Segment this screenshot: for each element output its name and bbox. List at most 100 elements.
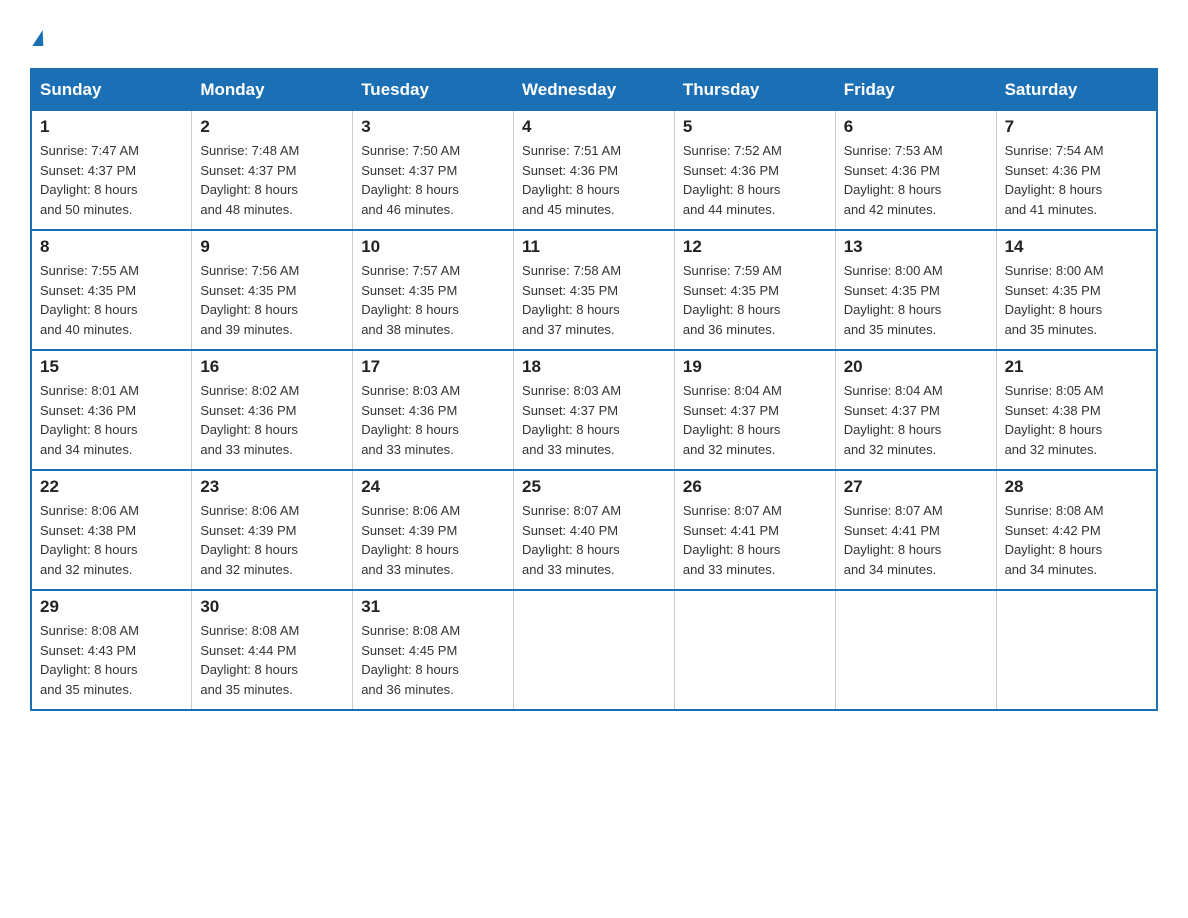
day-number: 13: [844, 237, 988, 257]
calendar-cell: 4 Sunrise: 7:51 AMSunset: 4:36 PMDaylight…: [514, 111, 675, 231]
day-info: Sunrise: 8:03 AMSunset: 4:37 PMDaylight:…: [522, 383, 621, 457]
calendar-cell: 22Sunrise: 8:06 AMSunset: 4:38 PMDayligh…: [31, 470, 192, 590]
page-header: [30, 20, 1158, 48]
day-number: 14: [1005, 237, 1148, 257]
day-info: Sunrise: 8:06 AMSunset: 4:39 PMDaylight:…: [200, 503, 299, 577]
day-info: Sunrise: 7:58 AMSunset: 4:35 PMDaylight:…: [522, 263, 621, 337]
day-number: 16: [200, 357, 344, 377]
day-number: 31: [361, 597, 505, 617]
day-info: Sunrise: 8:08 AMSunset: 4:42 PMDaylight:…: [1005, 503, 1104, 577]
day-number: 3: [361, 117, 505, 137]
day-number: 29: [40, 597, 183, 617]
calendar-table: SundayMondayTuesdayWednesdayThursdayFrid…: [30, 68, 1158, 711]
calendar-cell: 7 Sunrise: 7:54 AMSunset: 4:36 PMDaylight…: [996, 111, 1157, 231]
day-number: 6: [844, 117, 988, 137]
day-info: Sunrise: 8:08 AMSunset: 4:45 PMDaylight:…: [361, 623, 460, 697]
calendar-header-thursday: Thursday: [674, 69, 835, 111]
day-info: Sunrise: 8:08 AMSunset: 4:43 PMDaylight:…: [40, 623, 139, 697]
calendar-cell: [674, 590, 835, 710]
calendar-cell: 13 Sunrise: 8:00 AMSunset: 4:35 PMDayligh…: [835, 230, 996, 350]
day-number: 24: [361, 477, 505, 497]
day-info: Sunrise: 8:00 AMSunset: 4:35 PMDaylight:…: [844, 263, 943, 337]
day-info: Sunrise: 8:06 AMSunset: 4:39 PMDaylight:…: [361, 503, 460, 577]
calendar-cell: [835, 590, 996, 710]
calendar-week-row: 1Sunrise: 7:47 AMSunset: 4:37 PMDaylight…: [31, 111, 1157, 231]
calendar-cell: 19 Sunrise: 8:04 AMSunset: 4:37 PMDayligh…: [674, 350, 835, 470]
calendar-cell: [996, 590, 1157, 710]
day-number: 20: [844, 357, 988, 377]
day-number: 9: [200, 237, 344, 257]
day-number: 17: [361, 357, 505, 377]
day-info: Sunrise: 7:51 AMSunset: 4:36 PMDaylight:…: [522, 143, 621, 217]
calendar-cell: 2 Sunrise: 7:48 AMSunset: 4:37 PMDaylight…: [192, 111, 353, 231]
day-number: 22: [40, 477, 183, 497]
day-number: 26: [683, 477, 827, 497]
calendar-cell: 8 Sunrise: 7:55 AMSunset: 4:35 PMDaylight…: [31, 230, 192, 350]
calendar-cell: 15 Sunrise: 8:01 AMSunset: 4:36 PMDayligh…: [31, 350, 192, 470]
day-info: Sunrise: 8:02 AMSunset: 4:36 PMDaylight:…: [200, 383, 299, 457]
calendar-cell: 18Sunrise: 8:03 AMSunset: 4:37 PMDayligh…: [514, 350, 675, 470]
calendar-header-saturday: Saturday: [996, 69, 1157, 111]
calendar-cell: 24 Sunrise: 8:06 AMSunset: 4:39 PMDayligh…: [353, 470, 514, 590]
day-number: 8: [40, 237, 183, 257]
day-info: Sunrise: 7:47 AMSunset: 4:37 PMDaylight:…: [40, 143, 139, 217]
day-info: Sunrise: 7:55 AMSunset: 4:35 PMDaylight:…: [40, 263, 139, 337]
calendar-cell: 5Sunrise: 7:52 AMSunset: 4:36 PMDaylight…: [674, 111, 835, 231]
day-number: 10: [361, 237, 505, 257]
day-info: Sunrise: 7:54 AMSunset: 4:36 PMDaylight:…: [1005, 143, 1104, 217]
day-number: 7: [1005, 117, 1148, 137]
day-info: Sunrise: 8:03 AMSunset: 4:36 PMDaylight:…: [361, 383, 460, 457]
day-number: 27: [844, 477, 988, 497]
day-info: Sunrise: 7:52 AMSunset: 4:36 PMDaylight:…: [683, 143, 782, 217]
day-info: Sunrise: 7:48 AMSunset: 4:37 PMDaylight:…: [200, 143, 299, 217]
day-info: Sunrise: 8:07 AMSunset: 4:41 PMDaylight:…: [844, 503, 943, 577]
day-number: 19: [683, 357, 827, 377]
day-info: Sunrise: 7:56 AMSunset: 4:35 PMDaylight:…: [200, 263, 299, 337]
calendar-week-row: 8 Sunrise: 7:55 AMSunset: 4:35 PMDaylight…: [31, 230, 1157, 350]
day-number: 15: [40, 357, 183, 377]
day-info: Sunrise: 8:07 AMSunset: 4:40 PMDaylight:…: [522, 503, 621, 577]
calendar-cell: 3Sunrise: 7:50 AMSunset: 4:37 PMDaylight…: [353, 111, 514, 231]
calendar-cell: 27 Sunrise: 8:07 AMSunset: 4:41 PMDayligh…: [835, 470, 996, 590]
day-number: 23: [200, 477, 344, 497]
calendar-cell: 9 Sunrise: 7:56 AMSunset: 4:35 PMDaylight…: [192, 230, 353, 350]
calendar-cell: 1Sunrise: 7:47 AMSunset: 4:37 PMDaylight…: [31, 111, 192, 231]
day-number: 30: [200, 597, 344, 617]
calendar-cell: 20Sunrise: 8:04 AMSunset: 4:37 PMDayligh…: [835, 350, 996, 470]
calendar-cell: [514, 590, 675, 710]
calendar-cell: 29 Sunrise: 8:08 AMSunset: 4:43 PMDayligh…: [31, 590, 192, 710]
day-number: 4: [522, 117, 666, 137]
day-info: Sunrise: 7:59 AMSunset: 4:35 PMDaylight:…: [683, 263, 782, 337]
calendar-week-row: 29 Sunrise: 8:08 AMSunset: 4:43 PMDayligh…: [31, 590, 1157, 710]
calendar-cell: 28 Sunrise: 8:08 AMSunset: 4:42 PMDayligh…: [996, 470, 1157, 590]
calendar-header-sunday: Sunday: [31, 69, 192, 111]
calendar-header-monday: Monday: [192, 69, 353, 111]
calendar-cell: 12 Sunrise: 7:59 AMSunset: 4:35 PMDayligh…: [674, 230, 835, 350]
day-info: Sunrise: 8:04 AMSunset: 4:37 PMDaylight:…: [683, 383, 782, 457]
calendar-week-row: 22Sunrise: 8:06 AMSunset: 4:38 PMDayligh…: [31, 470, 1157, 590]
logo: [30, 20, 44, 48]
day-number: 12: [683, 237, 827, 257]
day-number: 25: [522, 477, 666, 497]
calendar-cell: 30 Sunrise: 8:08 AMSunset: 4:44 PMDayligh…: [192, 590, 353, 710]
calendar-header-row: SundayMondayTuesdayWednesdayThursdayFrid…: [31, 69, 1157, 111]
day-number: 2: [200, 117, 344, 137]
day-number: 11: [522, 237, 666, 257]
calendar-cell: 31 Sunrise: 8:08 AMSunset: 4:45 PMDayligh…: [353, 590, 514, 710]
day-info: Sunrise: 8:01 AMSunset: 4:36 PMDaylight:…: [40, 383, 139, 457]
calendar-header-friday: Friday: [835, 69, 996, 111]
day-number: 28: [1005, 477, 1148, 497]
calendar-cell: 10Sunrise: 7:57 AMSunset: 4:35 PMDayligh…: [353, 230, 514, 350]
calendar-cell: 14Sunrise: 8:00 AMSunset: 4:35 PMDayligh…: [996, 230, 1157, 350]
calendar-cell: 11 Sunrise: 7:58 AMSunset: 4:35 PMDayligh…: [514, 230, 675, 350]
calendar-header-tuesday: Tuesday: [353, 69, 514, 111]
calendar-cell: 21Sunrise: 8:05 AMSunset: 4:38 PMDayligh…: [996, 350, 1157, 470]
day-info: Sunrise: 8:05 AMSunset: 4:38 PMDaylight:…: [1005, 383, 1104, 457]
calendar-cell: 23 Sunrise: 8:06 AMSunset: 4:39 PMDayligh…: [192, 470, 353, 590]
calendar-cell: 25 Sunrise: 8:07 AMSunset: 4:40 PMDayligh…: [514, 470, 675, 590]
day-info: Sunrise: 7:53 AMSunset: 4:36 PMDaylight:…: [844, 143, 943, 217]
day-info: Sunrise: 8:07 AMSunset: 4:41 PMDaylight:…: [683, 503, 782, 577]
calendar-week-row: 15 Sunrise: 8:01 AMSunset: 4:36 PMDayligh…: [31, 350, 1157, 470]
calendar-cell: 16 Sunrise: 8:02 AMSunset: 4:36 PMDayligh…: [192, 350, 353, 470]
day-info: Sunrise: 8:08 AMSunset: 4:44 PMDaylight:…: [200, 623, 299, 697]
